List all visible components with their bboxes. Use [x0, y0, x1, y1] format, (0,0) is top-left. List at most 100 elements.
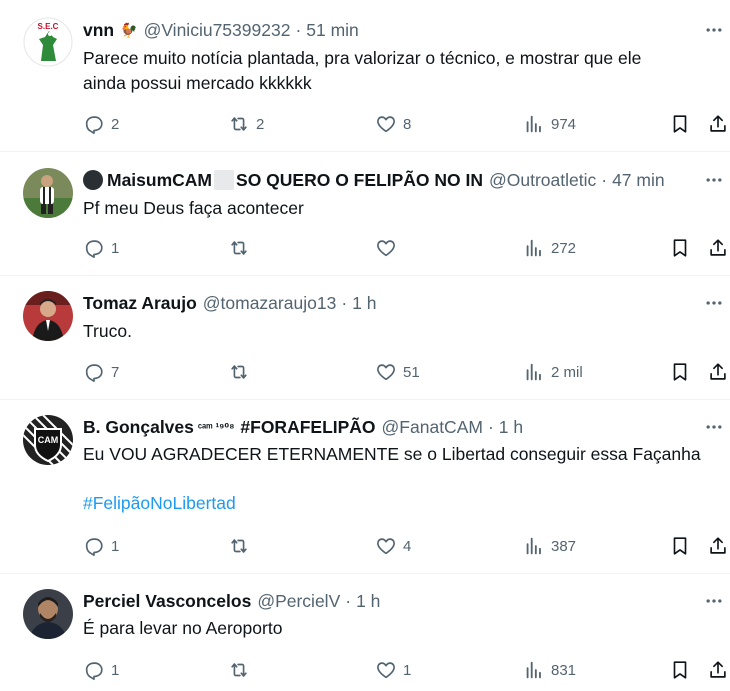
flag-icon — [214, 170, 235, 190]
like-icon — [377, 116, 395, 133]
views-button[interactable]: 831 — [523, 658, 576, 682]
retweet-icon — [231, 365, 247, 379]
bookmark-button[interactable] — [669, 236, 691, 260]
separator-dot: · — [487, 416, 494, 437]
like-button[interactable]: 4 — [375, 534, 411, 558]
avatar[interactable]: S.E.C — [23, 17, 73, 67]
separator-dot: · — [295, 19, 302, 40]
like-button[interactable] — [375, 236, 403, 260]
tweet[interactable]: Perciel Vasconcelos @PercielV · 1 h É pa… — [0, 574, 730, 691]
share-button[interactable] — [707, 360, 729, 384]
reply-button[interactable]: 1 — [83, 236, 119, 260]
bookmark-icon — [673, 661, 687, 679]
views-count: 831 — [551, 661, 577, 679]
retweet-button[interactable] — [228, 360, 256, 384]
reply-icon — [85, 364, 103, 382]
bookmark-button[interactable] — [669, 534, 691, 558]
avatar[interactable] — [23, 589, 73, 639]
reply-icon — [85, 662, 103, 680]
handle[interactable]: @FanatCAM — [382, 417, 483, 438]
tweet-header: B. Gonçalves ᶜᵃᵐ ¹⁹⁰⁸ #FORAFELIPÃO @Fana… — [83, 415, 690, 439]
avatar[interactable] — [23, 168, 73, 218]
display-name[interactable]: Perciel Vasconcelos — [83, 591, 251, 612]
retweet-icon — [231, 241, 247, 255]
bookmark-icon — [673, 115, 687, 133]
views-button[interactable]: 2 mil — [523, 360, 583, 384]
share-button[interactable] — [707, 112, 729, 136]
reply-count: 1 — [111, 537, 120, 555]
reply-icon — [85, 116, 103, 134]
retweet-button[interactable]: 2 — [228, 112, 264, 136]
share-button[interactable] — [707, 236, 729, 260]
display-name[interactable]: MaisumCAM — [107, 170, 212, 191]
avatar[interactable]: CAM — [23, 415, 73, 465]
like-button[interactable]: 51 — [375, 360, 420, 384]
bookmark-icon — [673, 537, 687, 555]
timestamp[interactable]: 1 h — [356, 591, 380, 612]
views-button[interactable]: 974 — [523, 112, 576, 136]
tweet-header: Tomaz Araujo @tomazaraujo13 · 1 h — [83, 291, 690, 315]
timestamp[interactable]: 1 h — [499, 417, 523, 438]
reply-button[interactable]: 1 — [83, 658, 119, 682]
display-name[interactable]: B. Gonçalves — [83, 417, 194, 438]
tweet-text: Pf meu Deus faça acontecer — [83, 198, 304, 218]
display-name[interactable]: Tomaz Araujo — [83, 293, 197, 314]
display-name-rest[interactable]: SO QUERO O FELIPÃO NO IN — [236, 170, 483, 191]
more-icon[interactable] — [702, 589, 726, 613]
share-button[interactable] — [707, 658, 729, 682]
share-icon — [710, 363, 726, 380]
views-count: 387 — [551, 537, 577, 555]
share-icon — [710, 115, 726, 132]
more-icon[interactable] — [702, 415, 726, 439]
timestamp[interactable]: 1 h — [352, 293, 376, 314]
tweet[interactable]: Tomaz Araujo @tomazaraujo13 · 1 h Truco.… — [0, 276, 730, 400]
tweet[interactable]: S.E.C vnn 🐓 @Viniciu75399232 · 51 min Pa… — [0, 0, 730, 152]
retweet-button[interactable] — [228, 534, 256, 558]
views-button[interactable]: 387 — [523, 534, 576, 558]
display-name-tag[interactable]: #FORAFELIPÃO — [240, 417, 375, 438]
share-icon — [710, 661, 726, 678]
views-button[interactable]: 272 — [523, 236, 576, 260]
tweet-header: MaisumCAM SO QUERO O FELIPÃO NO IN @Outr… — [83, 168, 690, 192]
avatar-text: CAM — [38, 435, 59, 445]
reply-count: 7 — [111, 363, 120, 381]
handle[interactable]: @tomazaraujo13 — [203, 293, 337, 314]
more-icon[interactable] — [702, 18, 726, 42]
bookmark-button[interactable] — [669, 112, 691, 136]
hashtag-link[interactable]: #FelipãoNoLibertad — [83, 493, 236, 514]
avatar[interactable] — [23, 291, 73, 341]
handle[interactable]: @Viniciu75399232 — [144, 20, 291, 41]
tweet-header: vnn 🐓 @Viniciu75399232 · 51 min — [83, 18, 690, 42]
like-button[interactable]: 1 — [375, 658, 411, 682]
bookmark-button[interactable] — [669, 360, 691, 384]
timestamp[interactable]: 47 min — [612, 170, 665, 191]
reply-button[interactable]: 7 — [83, 360, 119, 384]
action-bar: 1 1 831 — [83, 658, 728, 682]
like-icon — [377, 240, 395, 257]
more-icon[interactable] — [702, 168, 726, 192]
like-count: 4 — [403, 537, 412, 555]
bookmark-icon — [673, 363, 687, 381]
share-button[interactable] — [707, 534, 729, 558]
reply-button[interactable]: 2 — [83, 112, 119, 136]
timestamp[interactable]: 51 min — [306, 20, 359, 41]
display-name-superscript: ᶜᵃᵐ ¹⁹⁰⁸ — [197, 421, 235, 434]
reply-button[interactable]: 1 — [83, 534, 119, 558]
tweet[interactable]: CAM B. Gonçalves ᶜᵃᵐ ¹⁹⁰⁸ #FORAFELIPÃO @… — [0, 400, 730, 574]
tweet-text: Eu VOU AGRADECER ETERNAMENTE se o Libert… — [83, 444, 701, 464]
like-button[interactable]: 8 — [375, 112, 411, 136]
more-icon[interactable] — [702, 291, 726, 315]
tweet[interactable]: MaisumCAM SO QUERO O FELIPÃO NO IN @Outr… — [0, 152, 730, 276]
like-count: 1 — [403, 661, 412, 679]
retweet-button[interactable] — [228, 658, 256, 682]
tweet-text: É para levar no Aeroporto — [83, 618, 283, 638]
retweet-button[interactable] — [228, 236, 256, 260]
action-bar: 1 272 — [83, 236, 728, 260]
handle[interactable]: @Outroatletic — [489, 170, 596, 191]
like-icon — [377, 364, 395, 381]
bookmark-button[interactable] — [669, 658, 691, 682]
handle[interactable]: @PercielV — [257, 591, 340, 612]
display-name[interactable]: vnn — [83, 20, 114, 41]
views-icon — [526, 115, 541, 133]
share-icon — [710, 239, 726, 256]
